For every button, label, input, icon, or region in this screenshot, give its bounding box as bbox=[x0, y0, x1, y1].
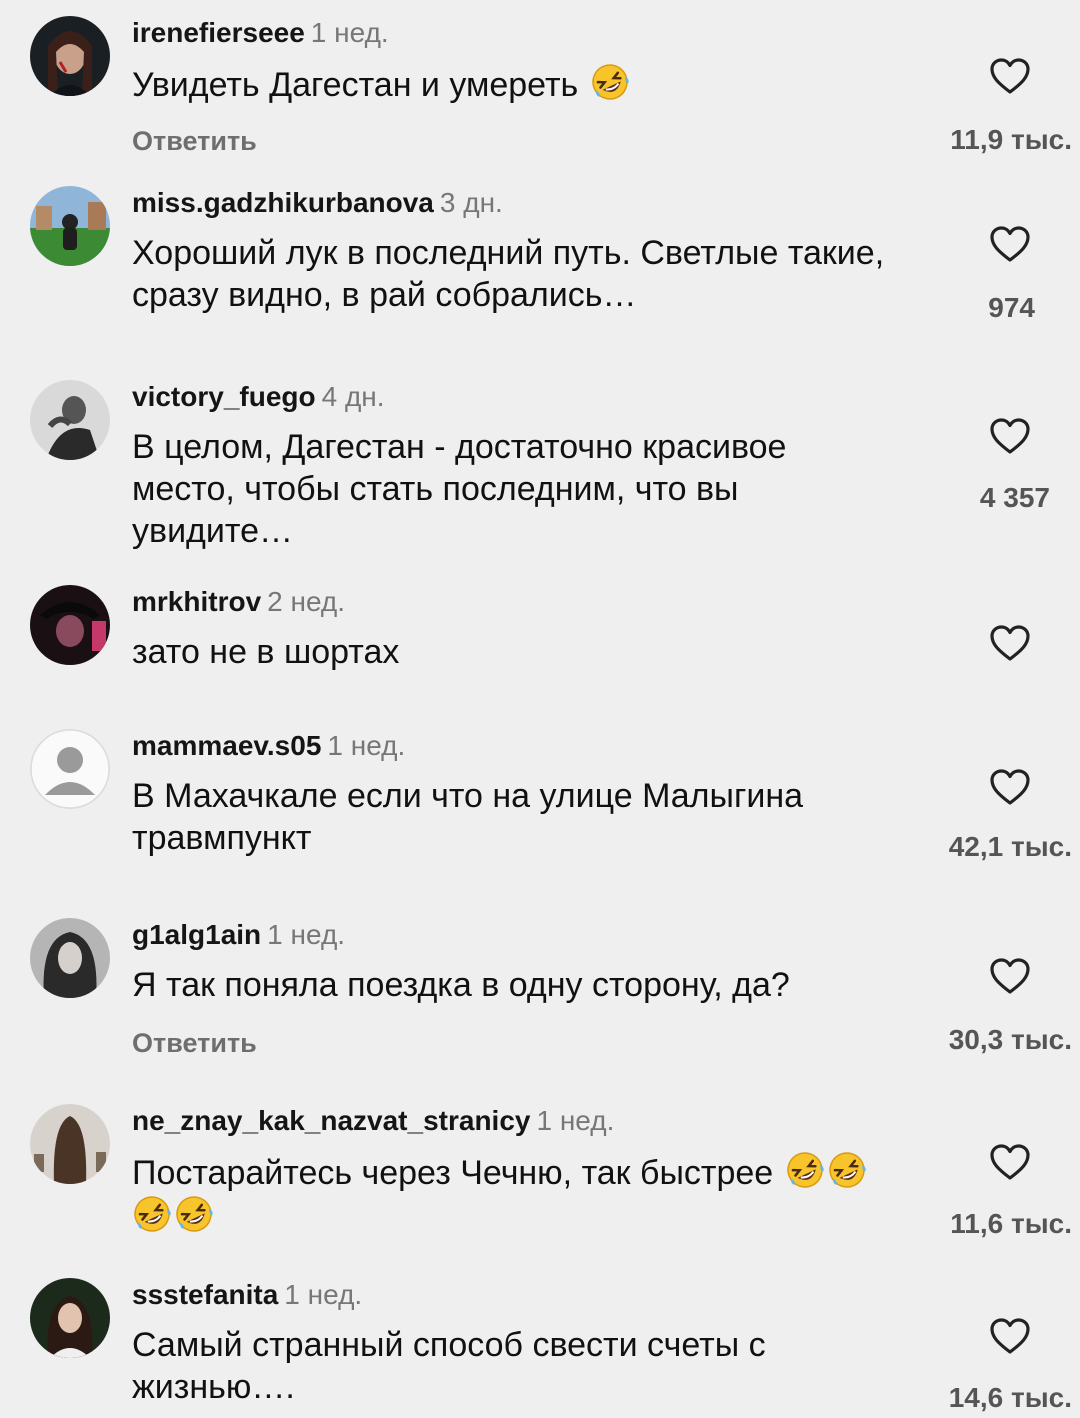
comment-meta: miss.gadzhikurbanova 3 дн. bbox=[132, 186, 503, 220]
comment-text: В Махачкале если что на улице Малыгина т… bbox=[132, 777, 804, 857]
heart-outline-icon[interactable] bbox=[988, 224, 1032, 264]
heart-outline-icon[interactable] bbox=[988, 56, 1032, 96]
like-count: 11,9 тыс. bbox=[950, 124, 1072, 155]
avatar[interactable] bbox=[30, 918, 110, 998]
reply-button[interactable]: Ответить bbox=[132, 126, 257, 157]
heart-outline-icon[interactable] bbox=[988, 767, 1032, 807]
like-count: 4 357 bbox=[979, 482, 1050, 513]
avatar[interactable] bbox=[30, 380, 110, 460]
comment-meta: mammaev.s05 1 нед. bbox=[132, 729, 405, 763]
reply-button[interactable]: Ответить bbox=[132, 1028, 257, 1059]
timestamp: 1 нед. bbox=[327, 730, 406, 761]
avatar[interactable] bbox=[30, 1278, 110, 1358]
heart-outline-icon[interactable] bbox=[988, 623, 1032, 663]
heart-outline-icon[interactable] bbox=[988, 1142, 1032, 1182]
timestamp: 3 дн. bbox=[439, 187, 503, 218]
comment-meta: g1alg1ain 1 нед. bbox=[132, 918, 345, 952]
comment-text: Я так поняла поездка в одну сторону, да? bbox=[132, 966, 790, 1004]
comment-text: Самый странный способ свести счеты с жиз… bbox=[132, 1326, 766, 1406]
avatar[interactable] bbox=[30, 1104, 110, 1184]
heart-outline-icon[interactable] bbox=[988, 1316, 1032, 1356]
username[interactable]: irenefierseee bbox=[132, 17, 305, 48]
rofl-emoji-icon bbox=[590, 62, 630, 102]
comment-text-content: Увидеть Дагестан и умереть bbox=[132, 66, 579, 104]
heart-outline-icon[interactable] bbox=[988, 956, 1032, 996]
rofl-emoji-icon bbox=[827, 1150, 867, 1190]
username[interactable]: mrkhitrov bbox=[132, 586, 261, 617]
comment-text-content: Постарайтесь через Чечню, так быстрее bbox=[132, 1154, 774, 1192]
username[interactable]: miss.gadzhikurbanova bbox=[132, 187, 434, 218]
comment-meta: irenefierseee 1 нед. bbox=[132, 16, 389, 50]
like-count: 14,6 тыс. bbox=[948, 1382, 1072, 1413]
timestamp: 1 нед. bbox=[284, 1279, 363, 1310]
comment-meta: ssstefanita 1 нед. bbox=[132, 1278, 362, 1312]
like-count: 30,3 тыс. bbox=[948, 1024, 1072, 1055]
timestamp: 2 нед. bbox=[267, 586, 346, 617]
heart-outline-icon[interactable] bbox=[988, 416, 1032, 456]
like-count: 11,6 тыс. bbox=[950, 1208, 1072, 1239]
comment-text: В целом, Дагестан - достаточно красивое … bbox=[132, 428, 787, 550]
comment-meta: victory_fuego 4 дн. bbox=[132, 380, 385, 414]
comment-meta: ne_znay_kak_nazvat_stranicy 1 нед. bbox=[132, 1104, 614, 1138]
timestamp: 1 нед. bbox=[536, 1105, 615, 1136]
rofl-emoji-icon bbox=[785, 1150, 825, 1190]
timestamp: 4 дн. bbox=[321, 381, 385, 412]
rofl-emoji-icon bbox=[174, 1194, 214, 1234]
rofl-emoji-icon bbox=[132, 1194, 172, 1234]
comment-text: Постарайтесь через Чечню, так быстрее bbox=[132, 1150, 952, 1238]
username[interactable]: victory_fuego bbox=[132, 381, 316, 412]
like-count: 974 bbox=[988, 292, 1035, 323]
avatar[interactable] bbox=[30, 16, 110, 96]
comment-meta: mrkhitrov 2 нед. bbox=[132, 585, 345, 619]
username[interactable]: g1alg1ain bbox=[132, 919, 261, 950]
comment-text: зато не в шортах bbox=[132, 633, 400, 671]
username[interactable]: ssstefanita bbox=[132, 1279, 278, 1310]
username[interactable]: ne_znay_kak_nazvat_stranicy bbox=[132, 1105, 530, 1136]
comment-text: Хороший лук в последний путь. Светлые та… bbox=[132, 234, 885, 314]
avatar[interactable] bbox=[30, 186, 110, 266]
default-avatar-icon[interactable] bbox=[30, 729, 110, 809]
avatar[interactable] bbox=[30, 585, 110, 665]
timestamp: 1 нед. bbox=[267, 919, 346, 950]
timestamp: 1 нед. bbox=[310, 17, 389, 48]
like-count: 42,1 тыс. bbox=[948, 831, 1072, 862]
comment-text: Увидеть Дагестан и умереть bbox=[132, 62, 952, 106]
username[interactable]: mammaev.s05 bbox=[132, 730, 321, 761]
